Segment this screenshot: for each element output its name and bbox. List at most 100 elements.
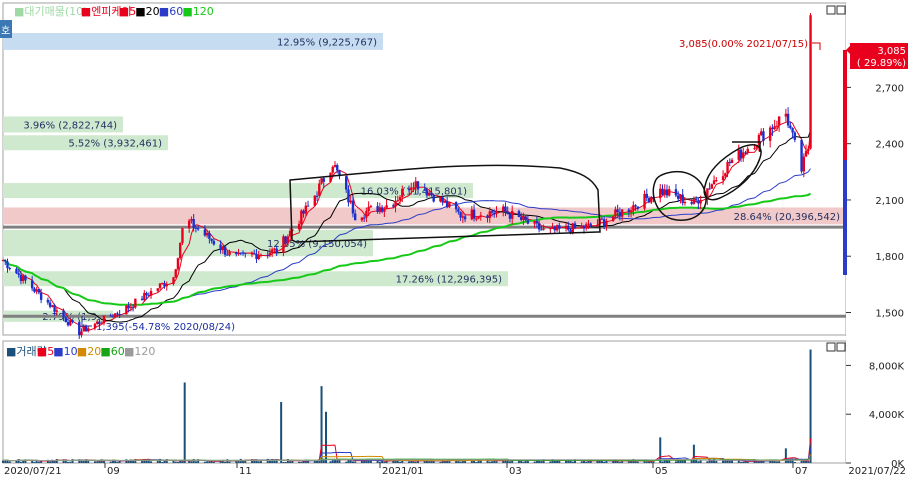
candle-body[interactable]: [587, 223, 590, 225]
volume-bar[interactable]: [746, 461, 749, 463]
candle-body[interactable]: [694, 199, 698, 201]
candle-body[interactable]: [336, 165, 339, 171]
candle-body[interactable]: [495, 211, 498, 214]
stock-chart[interactable]: 12.95% (9,225,767) 3.96% (2,822,744) 5.52%…: [0, 0, 909, 478]
candle-body[interactable]: [475, 218, 478, 220]
volume-bar[interactable]: [475, 461, 478, 463]
candle-body[interactable]: [297, 223, 301, 230]
volume-bar[interactable]: [793, 462, 796, 463]
candle-body[interactable]: [461, 216, 465, 218]
candle-body[interactable]: [21, 275, 25, 281]
volume-bar[interactable]: [82, 460, 85, 463]
volume-bar[interactable]: [665, 460, 668, 463]
candle-body[interactable]: [190, 219, 193, 221]
candle-body[interactable]: [571, 223, 574, 234]
candle-body[interactable]: [192, 219, 195, 228]
volume-bar[interactable]: [540, 461, 543, 463]
volume-bar[interactable]: [549, 461, 552, 463]
candle-body[interactable]: [304, 205, 308, 214]
candle-body[interactable]: [351, 200, 355, 214]
candle-body[interactable]: [315, 195, 319, 197]
candle-body[interactable]: [739, 149, 743, 159]
candle-body[interactable]: [542, 228, 545, 230]
candle-body[interactable]: [369, 206, 373, 208]
candle-body[interactable]: [540, 229, 543, 231]
candle-body[interactable]: [553, 226, 557, 231]
volume-bar[interactable]: [522, 461, 525, 463]
volume-bar[interactable]: [325, 411, 328, 463]
candle-body[interactable]: [488, 211, 491, 218]
candle-body[interactable]: [288, 230, 292, 237]
candle-body[interactable]: [174, 269, 177, 278]
volume-bar[interactable]: [8, 461, 11, 463]
volume-bar[interactable]: [280, 402, 283, 463]
candle-body[interactable]: [477, 216, 480, 219]
candle-body[interactable]: [333, 165, 337, 167]
candle-body[interactable]: [800, 139, 803, 172]
candle-body[interactable]: [275, 248, 278, 253]
candle-body[interactable]: [253, 253, 256, 255]
candle-body[interactable]: [681, 194, 684, 204]
candle-body[interactable]: [143, 292, 146, 301]
volume-bar[interactable]: [580, 461, 583, 463]
candle-body[interactable]: [555, 225, 559, 231]
candle-body[interactable]: [526, 220, 530, 224]
candle-body[interactable]: [567, 225, 570, 230]
candle-body[interactable]: [172, 277, 175, 284]
candle-body[interactable]: [759, 131, 763, 135]
candle-body[interactable]: [627, 209, 631, 212]
candle-body[interactable]: [457, 209, 460, 212]
candle-body[interactable]: [690, 202, 693, 204]
volume-bar[interactable]: [190, 461, 193, 463]
volume-bar[interactable]: [37, 461, 40, 463]
candle-body[interactable]: [744, 152, 747, 154]
candle-body[interactable]: [414, 181, 417, 188]
candle-body[interactable]: [349, 200, 352, 203]
candle-body[interactable]: [210, 238, 213, 241]
candle-body[interactable]: [129, 306, 133, 309]
candle-body[interactable]: [221, 246, 225, 251]
candle-body[interactable]: [730, 159, 734, 164]
candle-body[interactable]: [791, 127, 794, 133]
volume-bar[interactable]: [807, 461, 810, 463]
volume-bar[interactable]: [19, 461, 22, 463]
volume-bar[interactable]: [802, 460, 805, 463]
candle-body[interactable]: [66, 322, 70, 326]
candle-body[interactable]: [300, 210, 303, 224]
volume-bar[interactable]: [69, 461, 72, 463]
candle-body[interactable]: [196, 228, 200, 230]
candle-body[interactable]: [398, 197, 402, 201]
candle-body[interactable]: [432, 195, 435, 202]
candle-body[interactable]: [385, 205, 388, 209]
volume-bar[interactable]: [114, 460, 117, 463]
candle-body[interactable]: [257, 255, 260, 259]
candle-body[interactable]: [87, 328, 90, 332]
candle-body[interactable]: [30, 280, 34, 289]
candle-body[interactable]: [416, 181, 420, 190]
volume-bar[interactable]: [731, 460, 734, 463]
candle-body[interactable]: [582, 225, 586, 229]
volume-bar[interactable]: [176, 462, 179, 463]
volume-panel[interactable]: [2, 340, 847, 464]
volume-bar[interactable]: [565, 460, 568, 463]
candle-body[interactable]: [46, 299, 50, 303]
candle-body[interactable]: [270, 249, 274, 253]
candle-body[interactable]: [33, 288, 36, 292]
candle-body[interactable]: [742, 152, 745, 159]
volume-bar[interactable]: [237, 461, 240, 463]
candle-body[interactable]: [412, 187, 415, 189]
volume-bar[interactable]: [284, 461, 287, 463]
candle-body[interactable]: [158, 283, 162, 289]
candle-body[interactable]: [573, 223, 577, 228]
volume-bar[interactable]: [634, 461, 637, 463]
candle-body[interactable]: [286, 236, 290, 244]
candle-body[interactable]: [430, 192, 433, 196]
candle-body[interactable]: [376, 206, 379, 213]
candle-body[interactable]: [127, 305, 130, 309]
candle-body[interactable]: [147, 295, 151, 297]
candle-body[interactable]: [266, 254, 269, 256]
candle-body[interactable]: [775, 125, 779, 127]
candle-body[interactable]: [212, 240, 216, 245]
candle-body[interactable]: [19, 274, 23, 281]
candle-body[interactable]: [445, 200, 449, 208]
